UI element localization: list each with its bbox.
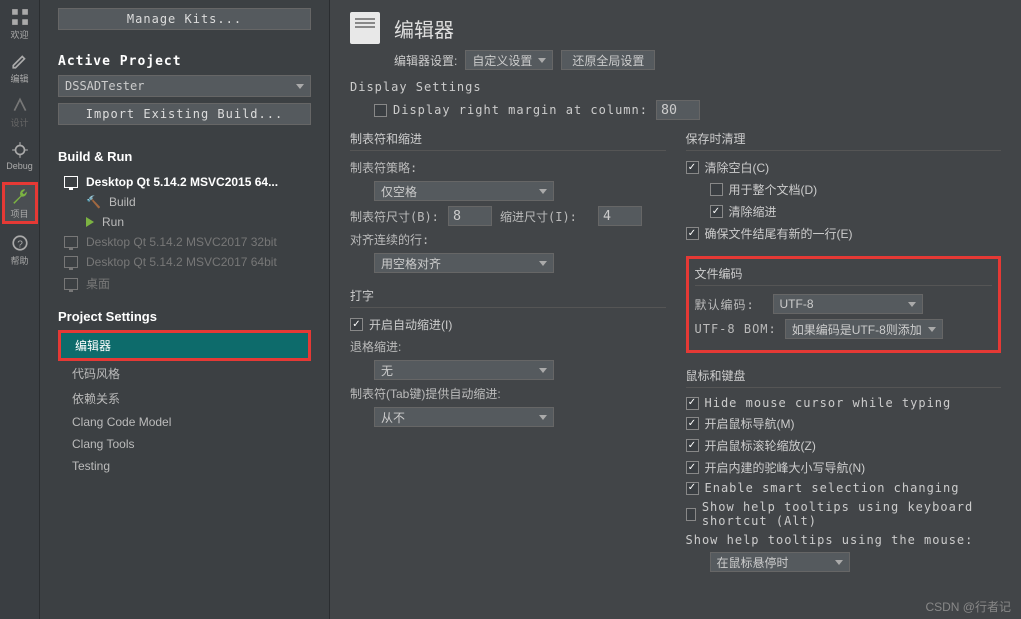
help-mouse-select[interactable]: 在鼠标悬停时 <box>710 552 850 572</box>
editor-icon <box>350 12 380 44</box>
auto-indent-check[interactable]: 开启自动缩进(I) <box>350 316 452 333</box>
play-icon <box>86 217 94 227</box>
camel-nav-check[interactable]: 开启内建的驼峰大小写导航(N) <box>686 459 866 476</box>
settings-deps[interactable]: 依赖关系 <box>58 386 311 411</box>
active-project-title: Active Project <box>58 54 311 69</box>
tab-size-input[interactable] <box>448 206 492 226</box>
settings-testing[interactable]: Testing <box>58 455 311 477</box>
smart-sel-check[interactable]: Enable smart selection changing <box>686 481 960 495</box>
encoding-group-title: 文件编码 <box>695 265 993 286</box>
display-settings-label: Display Settings <box>350 80 1001 94</box>
page-title: 编辑器 <box>394 14 454 43</box>
hammer-icon: 🔨 <box>86 195 101 209</box>
settings-editor[interactable]: 编辑器 <box>58 330 311 361</box>
kit-build[interactable]: 🔨Build <box>58 192 311 212</box>
monitor-icon <box>64 256 78 268</box>
editor-settings-label: 编辑器设置: <box>394 52 457 69</box>
main-content: 编辑器 编辑器设置: 自定义设置 还原全局设置 Display Settings… <box>330 0 1021 619</box>
rail-edit[interactable]: 编辑 <box>2 50 38 86</box>
clean-indent-check[interactable]: 清除缩进 <box>710 203 777 220</box>
settings-clang-model[interactable]: Clang Code Model <box>58 411 311 433</box>
rail-welcome[interactable]: 欢迎 <box>2 6 38 42</box>
kit-active[interactable]: Desktop Qt 5.14.2 MSVC2015 64... <box>58 172 311 192</box>
tabs-group-title: 制表符和缩进 <box>350 130 666 151</box>
settings-codestyle[interactable]: 代码风格 <box>58 361 311 386</box>
tab-autoindent-select[interactable]: 从不 <box>374 407 554 427</box>
icon-rail: 欢迎 编辑 设计 Debug 项目 ?帮助 <box>0 0 40 619</box>
backspace-select[interactable]: 无 <box>374 360 554 380</box>
editor-settings-dropdown[interactable]: 自定义设置 <box>465 50 553 70</box>
rail-design[interactable]: 设计 <box>2 94 38 130</box>
typing-group-title: 打字 <box>350 287 666 308</box>
kit-2017-64[interactable]: Desktop Qt 5.14.2 MSVC2017 64bit <box>58 252 311 272</box>
svg-text:?: ? <box>17 239 23 250</box>
default-encoding-select[interactable]: UTF-8 <box>773 294 923 314</box>
rail-projects[interactable]: 项目 <box>2 182 38 224</box>
settings-clang-tools[interactable]: Clang Tools <box>58 433 311 455</box>
manage-kits-button[interactable]: Manage Kits... <box>58 8 311 30</box>
project-dropdown[interactable]: DSSADTester <box>58 75 311 97</box>
help-kb-check[interactable]: Show help tooltips using keyboard shortc… <box>686 500 1002 528</box>
watermark: CSDN @行者记 <box>925 598 1011 615</box>
indent-size-input[interactable] <box>598 206 642 226</box>
kit-run[interactable]: Run <box>58 212 311 232</box>
kit-2017-32[interactable]: Desktop Qt 5.14.2 MSVC2017 32bit <box>58 232 311 252</box>
import-build-button[interactable]: Import Existing Build... <box>58 103 311 125</box>
restore-global-button[interactable]: 还原全局设置 <box>561 50 655 70</box>
kit-desktop[interactable]: 桌面 <box>58 272 311 295</box>
monitor-icon <box>64 278 78 290</box>
project-settings-title: Project Settings <box>58 309 311 324</box>
rail-debug[interactable]: Debug <box>2 138 38 174</box>
help-mouse-label: Show help tooltips using the mouse: <box>686 533 974 547</box>
align-select[interactable]: 用空格对齐 <box>374 253 554 273</box>
cleanup-group-title: 保存时清理 <box>686 130 1002 151</box>
whole-doc-check[interactable]: 用于整个文档(D) <box>710 181 818 198</box>
mouse-zoom-check[interactable]: 开启鼠标滚轮缩放(Z) <box>686 437 816 454</box>
chevron-down-icon <box>296 84 304 89</box>
monitor-icon <box>64 236 78 248</box>
display-margin-check[interactable]: Display right margin at column: <box>374 103 648 117</box>
monitor-icon <box>64 176 78 188</box>
bom-select[interactable]: 如果编码是UTF-8则添加 <box>785 319 943 339</box>
rail-help[interactable]: ?帮助 <box>2 232 38 268</box>
margin-column-input[interactable] <box>656 100 700 120</box>
mouse-nav-check[interactable]: 开启鼠标导航(M) <box>686 415 795 432</box>
side-panel: Manage Kits... Active Project DSSADTeste… <box>40 0 330 619</box>
ensure-nl-check[interactable]: 确保文件结尾有新的一行(E) <box>686 225 853 242</box>
tab-policy-select[interactable]: 仅空格 <box>374 181 554 201</box>
hide-cursor-check[interactable]: Hide mouse cursor while typing <box>686 396 952 410</box>
clean-ws-check[interactable]: 清除空白(C) <box>686 159 770 176</box>
mouse-group-title: 鼠标和键盘 <box>686 367 1002 388</box>
build-run-title: Build & Run <box>58 149 311 164</box>
